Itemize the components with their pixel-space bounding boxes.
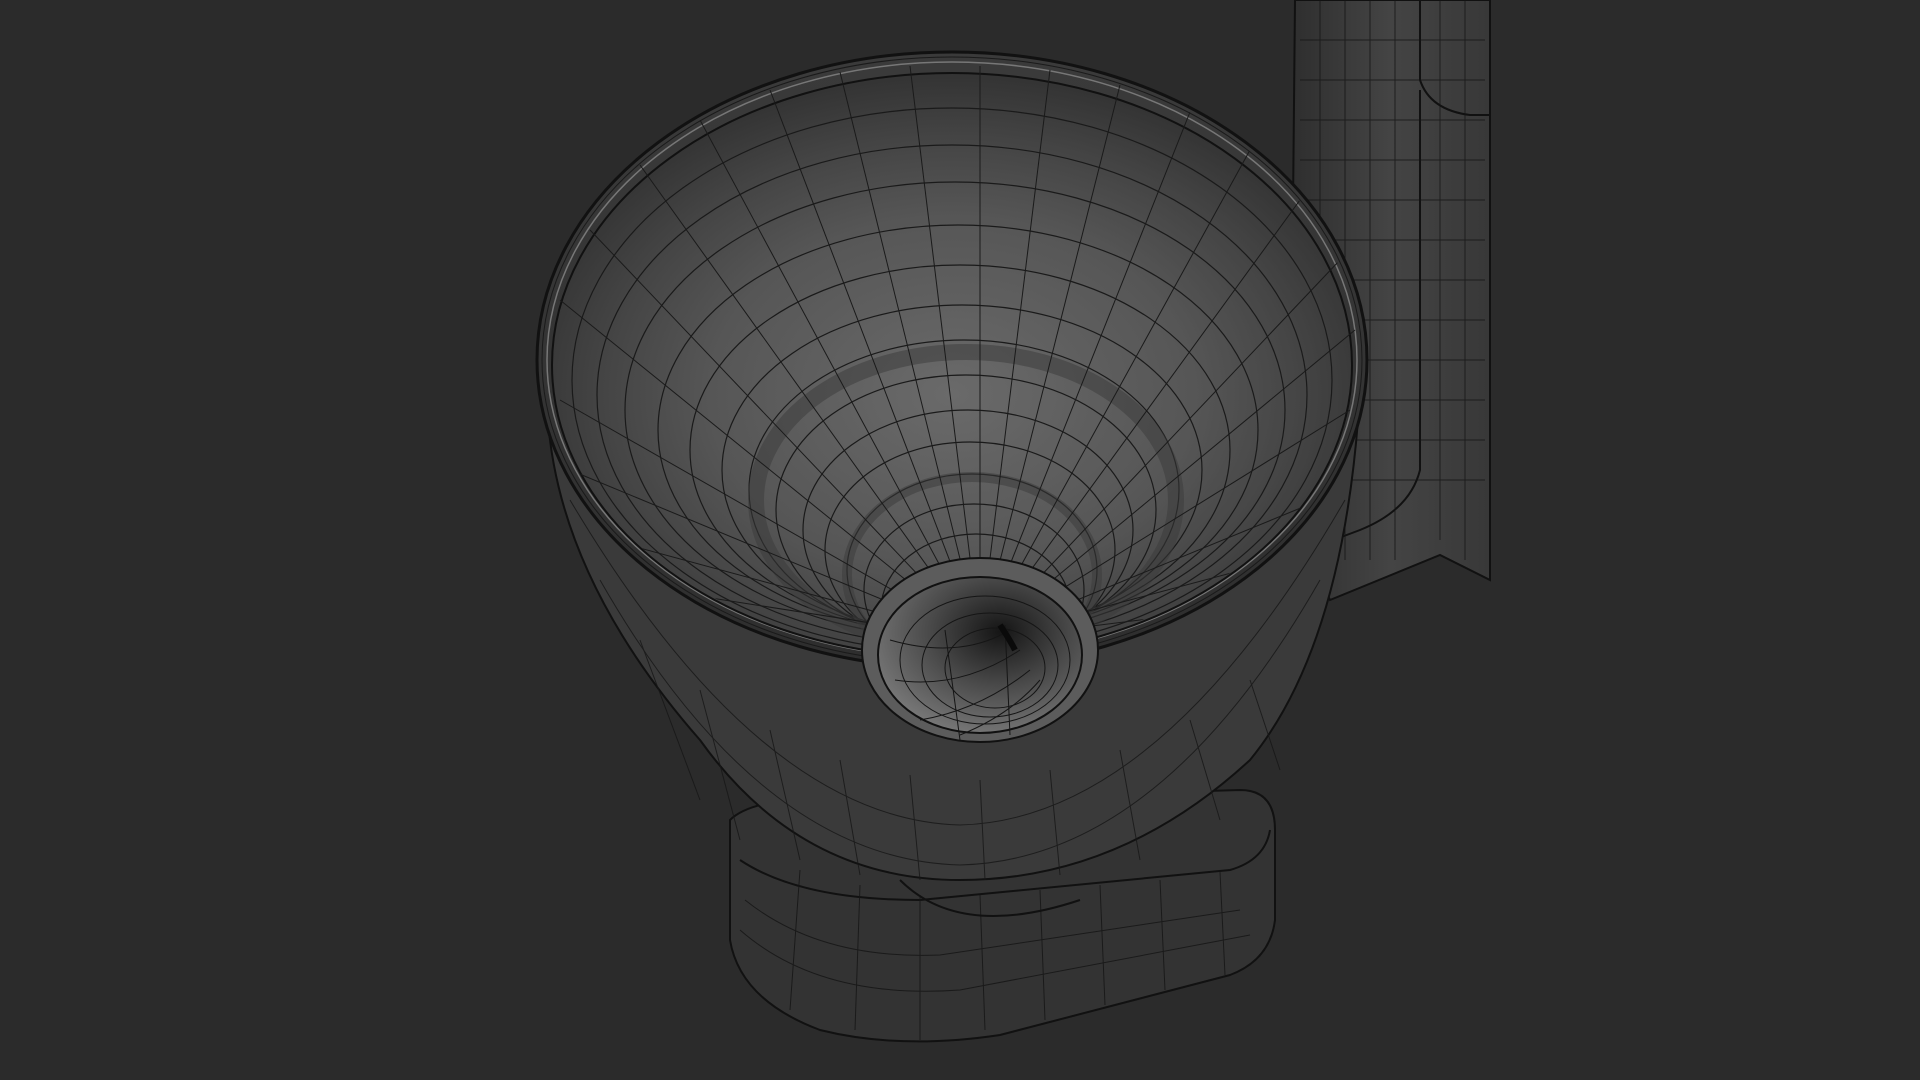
funnel-throat	[861, 557, 1099, 743]
wireframe-render	[535, 0, 1491, 1043]
hopper-bowl	[535, 50, 1369, 882]
3d-viewport[interactable]	[0, 0, 1920, 1080]
